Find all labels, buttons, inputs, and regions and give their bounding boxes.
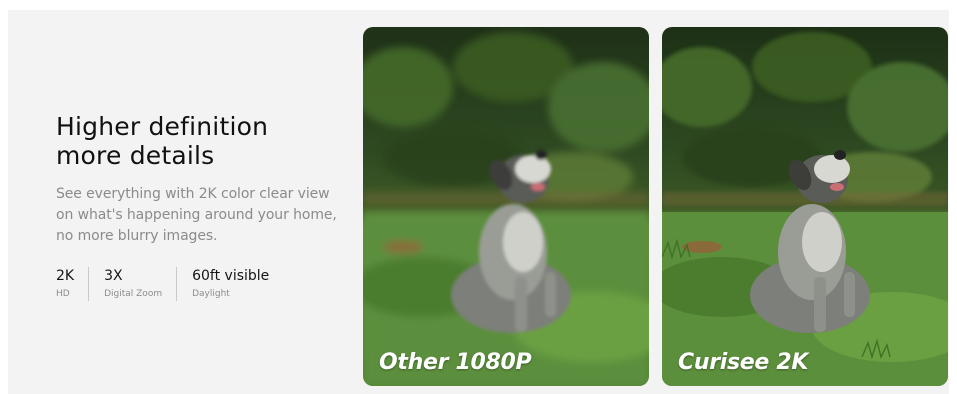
spec-value: 2K bbox=[56, 268, 75, 284]
feature-headline: Higher definition more details bbox=[56, 112, 356, 170]
comparison-photo-2k: Curisee 2K bbox=[662, 27, 948, 386]
spec-label: Daylight bbox=[192, 289, 230, 299]
description-line-3: no more blurry images. bbox=[56, 228, 218, 244]
headline-line-2: more details bbox=[56, 141, 215, 170]
dog-photo-image bbox=[363, 27, 649, 386]
feature-description: See everything with 2K color clear view … bbox=[56, 184, 356, 247]
spec-list: 2K HD 3X Digital Zoom 60ft visible Dayli… bbox=[56, 267, 356, 301]
dog-photo-image bbox=[662, 27, 948, 386]
spec-value: 60ft visible bbox=[192, 268, 270, 284]
description-line-2: on what's happening around your home, bbox=[56, 207, 337, 223]
spec-range: 60ft visible Daylight bbox=[176, 267, 283, 301]
photo-caption-1080p: Other 1080P bbox=[379, 350, 532, 375]
comparison-photo-1080p: Other 1080P bbox=[363, 27, 649, 386]
headline-line-1: Higher definition bbox=[56, 112, 269, 141]
spec-value: 3X bbox=[104, 268, 123, 284]
description-line-1: See everything with 2K color clear view bbox=[56, 186, 330, 202]
spec-label: Digital Zoom bbox=[104, 289, 163, 299]
spec-zoom: 3X Digital Zoom bbox=[88, 267, 176, 301]
spec-resolution: 2K HD bbox=[56, 267, 88, 301]
feature-copy: Higher definition more details See every… bbox=[56, 112, 356, 301]
photo-caption-2k: Curisee 2K bbox=[678, 350, 809, 375]
spec-label: HD bbox=[56, 289, 70, 299]
